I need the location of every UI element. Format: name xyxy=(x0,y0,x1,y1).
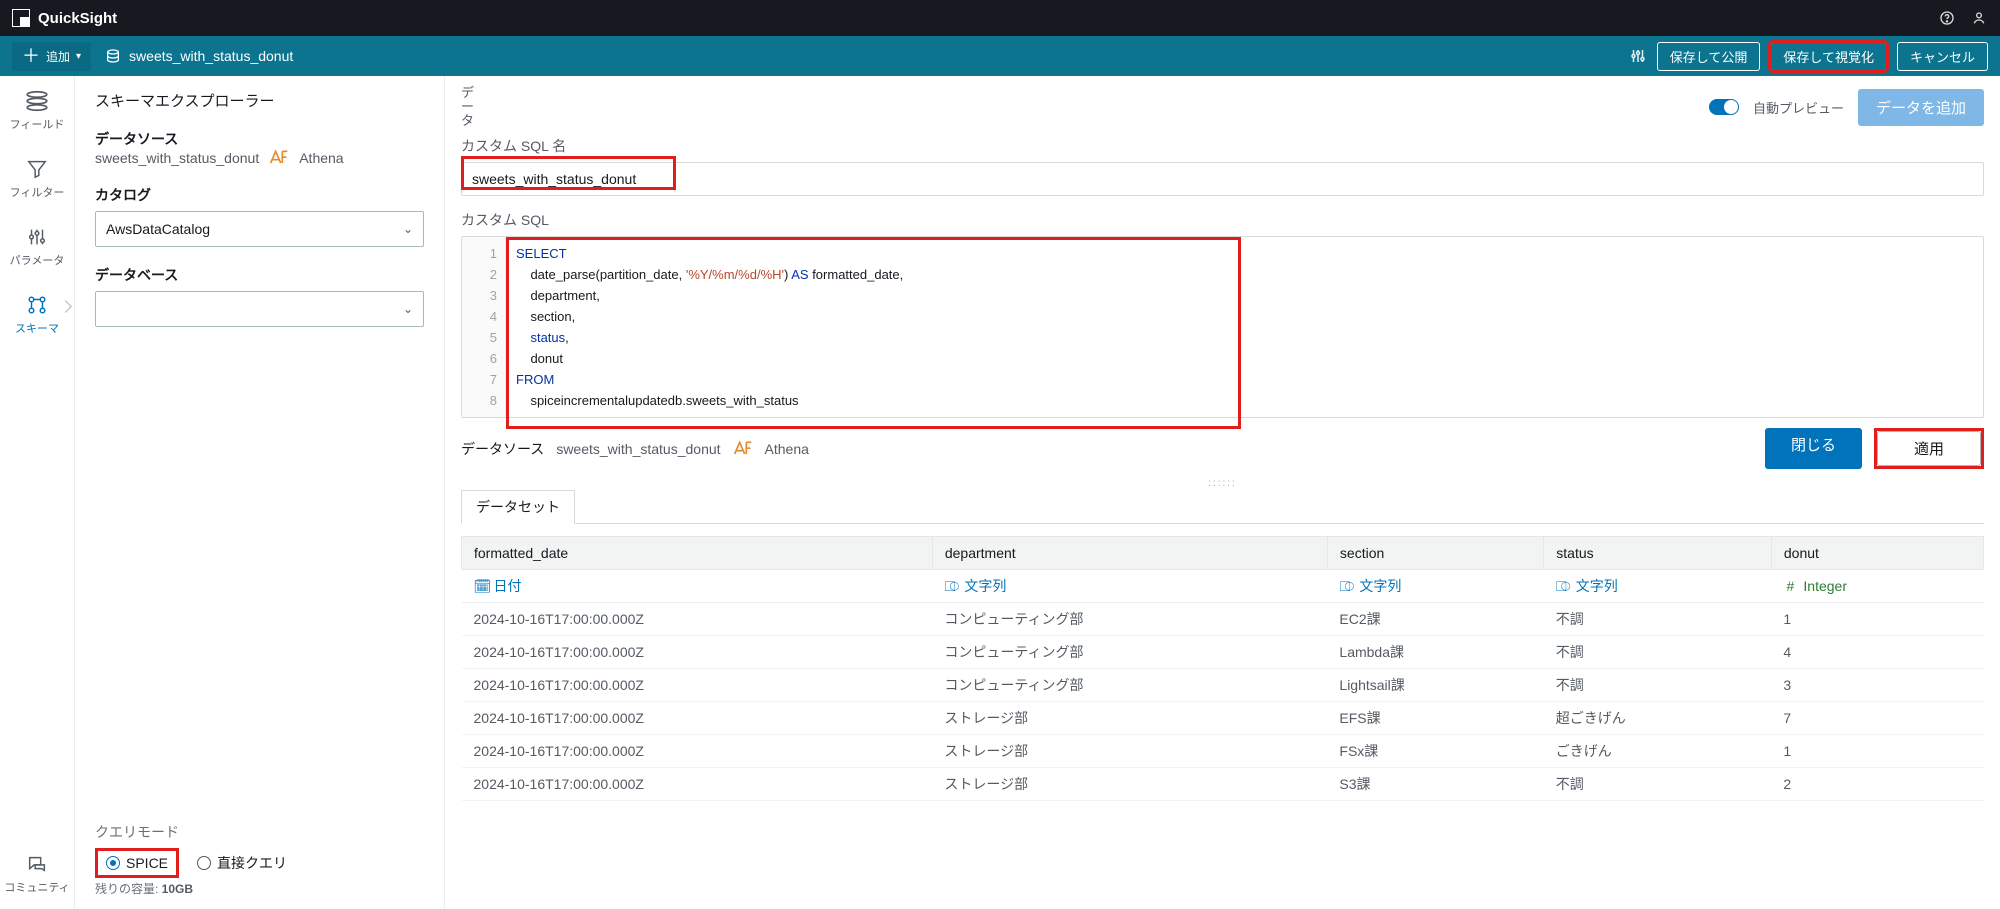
datasource-footer: データソース sweets_with_status_donut Athena xyxy=(461,439,809,459)
engine-label: Athena xyxy=(299,150,343,166)
panel-title: スキーマエクスプローラー xyxy=(95,90,424,111)
fields-icon xyxy=(24,90,50,112)
help-icon[interactable] xyxy=(1938,9,1956,27)
schema-explorer-panel: スキーマエクスプローラー データソース sweets_with_status_d… xyxy=(75,76,445,909)
add-data-button[interactable]: データを追加 xyxy=(1858,89,1984,126)
catalog-select[interactable]: AwsDataCatalog ⌄ xyxy=(95,211,424,247)
database-icon xyxy=(105,48,121,64)
table-row[interactable]: 2024-10-16T17:00:00.000Zストレージ部S3課不調2 xyxy=(462,768,1984,801)
sql-code[interactable]: SELECT date_parse(partition_date, '%Y/%m… xyxy=(506,237,1983,417)
rail-schema[interactable]: スキーマ xyxy=(15,294,59,336)
column-header[interactable]: formatted_date xyxy=(462,537,933,570)
line-number-gutter: 12345678 xyxy=(462,237,506,417)
datasource-name: sweets_with_status_donut xyxy=(95,150,259,166)
query-mode-section: クエリモード SPICE 直接クエリ 残りの容量: 10GB xyxy=(95,822,424,897)
data-label: データ xyxy=(461,86,475,129)
table-row[interactable]: 2024-10-16T17:00:00.000Zコンピューティング部Lights… xyxy=(462,669,1984,702)
cancel-button[interactable]: キャンセル xyxy=(1897,42,1988,71)
add-label: 追加 xyxy=(46,48,70,65)
preview-table: formatted_datedepartmentsectionstatusdon… xyxy=(461,536,1984,824)
auto-preview-toggle[interactable] xyxy=(1709,99,1739,115)
rail-fields[interactable]: フィールド xyxy=(10,90,65,132)
settings-icon[interactable] xyxy=(1629,47,1647,65)
query-mode-label: クエリモード xyxy=(95,822,424,842)
apply-button[interactable]: 適用 xyxy=(1877,431,1981,466)
dataset-name: sweets_with_status_donut xyxy=(129,48,293,64)
parameters-icon xyxy=(26,226,48,248)
chevron-down-icon: ⌄ xyxy=(403,302,413,316)
table-row[interactable]: 2024-10-16T17:00:00.000Zストレージ部EFS課超ごきげん7 xyxy=(462,702,1984,735)
save-visualize-button[interactable]: 保存して視覚化 xyxy=(1770,42,1887,71)
chevron-down-icon: ▾ xyxy=(76,51,81,62)
radio-icon xyxy=(106,856,120,870)
query-mode-spice[interactable]: SPICE xyxy=(95,848,179,878)
community-icon xyxy=(26,853,48,875)
dataset-chip[interactable]: sweets_with_status_donut xyxy=(105,48,293,64)
quicksight-logo-icon xyxy=(12,9,30,27)
table-row[interactable]: 2024-10-16T17:00:00.000Zコンピューティング部EC2課不調… xyxy=(462,603,1984,636)
custom-sql-label: カスタム SQL xyxy=(461,210,1984,230)
schema-icon xyxy=(25,294,49,316)
catalog-label: カタログ xyxy=(95,185,424,205)
user-icon[interactable] xyxy=(1970,9,1988,27)
brand-text: QuickSight xyxy=(38,10,117,27)
column-header[interactable]: donut xyxy=(1771,537,1983,570)
database-label: データベース xyxy=(95,265,424,285)
column-header[interactable]: section xyxy=(1327,537,1543,570)
left-rail: フィールド フィルター パラメータ スキーマ コミュニティ xyxy=(0,76,75,909)
chevron-down-icon: ⌄ xyxy=(403,222,413,236)
database-select[interactable]: ⌄ xyxy=(95,291,424,327)
remaining-capacity: 残りの容量: 10GB xyxy=(95,880,424,897)
filter-icon xyxy=(26,158,48,180)
tab-dataset[interactable]: データセット xyxy=(461,490,575,524)
top-bar: QuickSight xyxy=(0,0,2000,36)
rail-community[interactable]: コミュニティ xyxy=(4,853,69,895)
athena-icon xyxy=(269,149,289,167)
content-area: データ 自動プレビュー データを追加 カスタム SQL 名 カスタム SQL 1… xyxy=(445,76,2000,909)
table-row[interactable]: 2024-10-16T17:00:00.000Zコンピューティング部Lambda… xyxy=(462,636,1984,669)
save-publish-button[interactable]: 保存して公開 xyxy=(1657,42,1761,71)
auto-preview-label: 自動プレビュー xyxy=(1753,98,1844,117)
datasource-row: sweets_with_status_donut Athena xyxy=(95,149,424,167)
query-mode-direct[interactable]: 直接クエリ xyxy=(197,853,287,873)
resize-handle-icon[interactable]: :::::: xyxy=(461,479,1984,487)
radio-icon xyxy=(197,856,211,870)
tabs: データセット xyxy=(461,489,1984,524)
column-header[interactable]: department xyxy=(932,537,1327,570)
dataset-toolbar: ＋ 追加 ▾ sweets_with_status_donut 保存して公開 保… xyxy=(0,36,2000,76)
table-row[interactable]: 2024-10-16T17:00:00.000Zストレージ部FSx課ごきげん1 xyxy=(462,735,1984,768)
sql-name-input[interactable] xyxy=(461,162,1984,196)
athena-icon xyxy=(733,440,753,458)
type-row: 🗓日付⎄文字列⎄文字列⎄文字列#Integer xyxy=(462,570,1984,603)
column-header[interactable]: status xyxy=(1544,537,1772,570)
datasource-label: データソース xyxy=(95,129,424,149)
catalog-value: AwsDataCatalog xyxy=(106,221,210,237)
sql-name-label: カスタム SQL 名 xyxy=(461,136,1984,156)
close-button[interactable]: 閉じる xyxy=(1765,428,1862,469)
brand: QuickSight xyxy=(12,9,117,27)
rail-parameters[interactable]: パラメータ xyxy=(10,226,65,268)
add-button[interactable]: ＋ 追加 ▾ xyxy=(12,42,91,71)
rail-filters[interactable]: フィルター xyxy=(10,158,65,200)
sql-editor[interactable]: 12345678 SELECT date_parse(partition_dat… xyxy=(461,236,1984,418)
table-header-row: formatted_datedepartmentsectionstatusdon… xyxy=(462,537,1984,570)
